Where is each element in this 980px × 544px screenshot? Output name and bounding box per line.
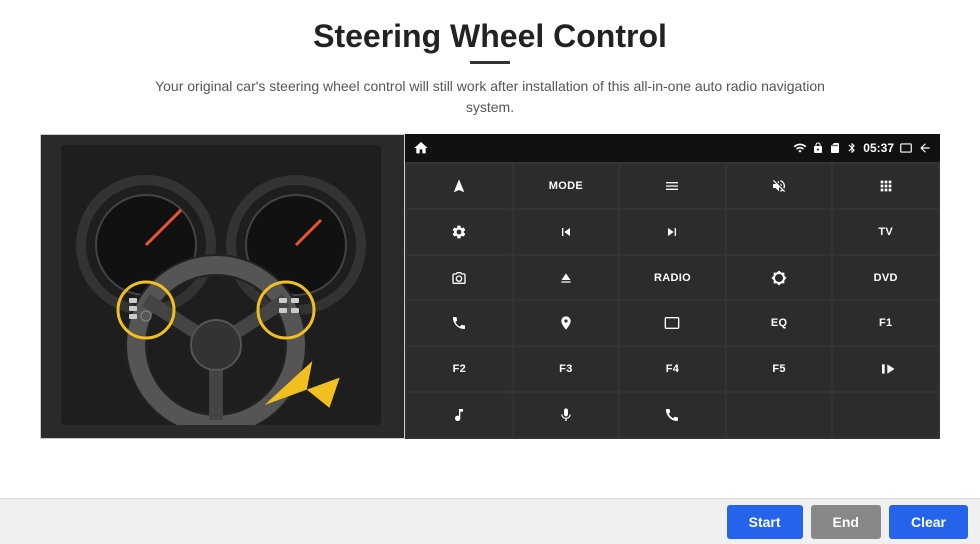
mic-button[interactable] — [514, 393, 619, 437]
steering-wheel-image — [40, 134, 405, 439]
f2-button[interactable]: F2 — [407, 347, 512, 391]
cam360-button[interactable] — [407, 256, 512, 300]
bottom-bar: Start End Clear — [0, 498, 980, 544]
status-bar-right: 05:37 — [793, 141, 932, 155]
phone-button[interactable] — [407, 301, 512, 345]
playpause-button[interactable] — [833, 347, 938, 391]
content-area: 05:37 MODE — [40, 134, 940, 439]
home-icon — [413, 140, 429, 156]
tv-button[interactable] — [727, 210, 832, 254]
page-subtitle: Your original car's steering wheel contr… — [140, 76, 840, 118]
clear-button[interactable]: Clear — [889, 505, 968, 539]
status-bar-left — [413, 140, 429, 156]
lock-icon — [812, 142, 824, 154]
wifi-icon — [793, 141, 807, 155]
eq-button[interactable]: EQ — [727, 301, 832, 345]
callend-button[interactable] — [620, 393, 725, 437]
f5-button[interactable]: F5 — [727, 347, 832, 391]
next-button[interactable] — [620, 210, 725, 254]
page-container: Steering Wheel Control Your original car… — [0, 0, 980, 544]
empty-btn-2[interactable] — [833, 393, 938, 437]
back-icon — [918, 141, 932, 155]
media-button[interactable]: TV — [833, 210, 938, 254]
start-button[interactable]: Start — [727, 505, 803, 539]
status-bar: 05:37 — [405, 134, 940, 162]
eject-button[interactable] — [514, 256, 619, 300]
dvd-button[interactable]: DVD — [833, 256, 938, 300]
navigate-button[interactable] — [407, 164, 512, 208]
navi-button[interactable] — [514, 301, 619, 345]
radio-button[interactable]: RADIO — [620, 256, 725, 300]
brightness-button[interactable] — [727, 256, 832, 300]
title-divider — [470, 61, 510, 64]
menu-button[interactable] — [620, 164, 725, 208]
time-display: 05:37 — [863, 141, 894, 155]
music-button[interactable] — [407, 393, 512, 437]
f1-button[interactable]: F1 — [833, 301, 938, 345]
mute-button[interactable] — [727, 164, 832, 208]
bluetooth-icon — [846, 142, 858, 154]
mode-button[interactable]: MODE — [514, 164, 619, 208]
empty-btn-1[interactable] — [727, 393, 832, 437]
head-unit: 05:37 MODE — [405, 134, 940, 439]
window-icon — [899, 141, 913, 155]
sd-icon — [829, 142, 841, 154]
prev-button[interactable] — [514, 210, 619, 254]
f4-button[interactable]: F4 — [620, 347, 725, 391]
button-grid: MODE — [405, 162, 940, 439]
page-title: Steering Wheel Control — [313, 18, 667, 55]
apps-button[interactable] — [833, 164, 938, 208]
settings-button[interactable] — [407, 210, 512, 254]
screen-button[interactable] — [620, 301, 725, 345]
f3-button[interactable]: F3 — [514, 347, 619, 391]
end-button[interactable]: End — [811, 505, 881, 539]
